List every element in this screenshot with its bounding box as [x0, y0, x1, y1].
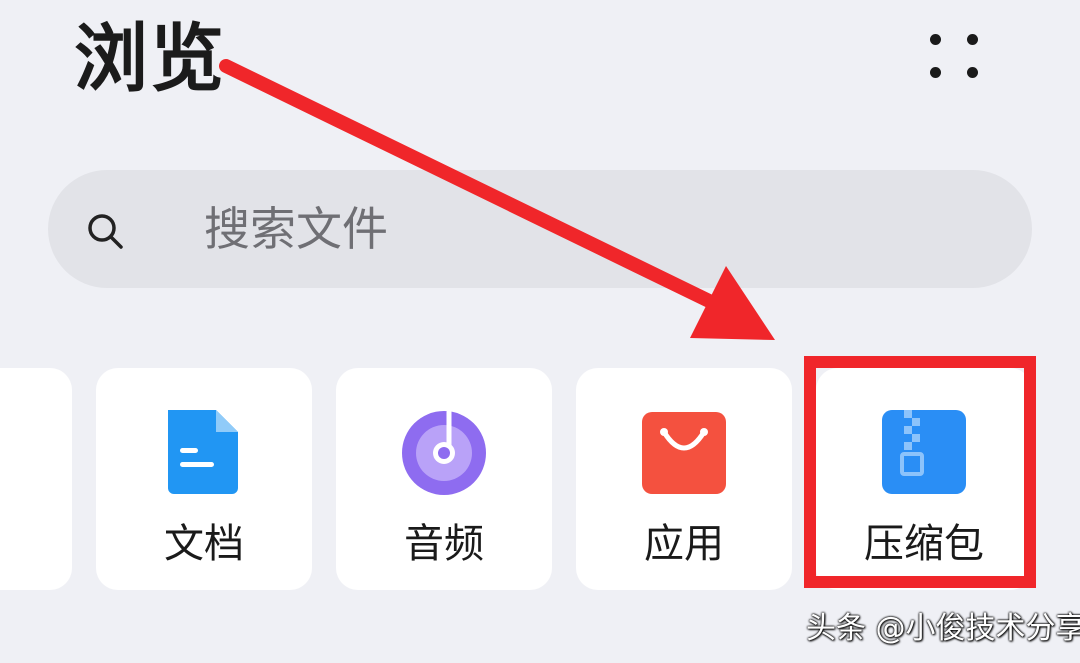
document-icon — [168, 410, 238, 494]
more-dots-icon — [967, 34, 978, 45]
category-audio[interactable]: 音频 — [336, 368, 552, 590]
watermark: 头条 @小俊技术分享 — [806, 611, 1080, 646]
shopping-bag-icon — [642, 412, 726, 494]
category-label: 文档 — [164, 521, 244, 567]
category-documents[interactable]: 文档 — [96, 368, 312, 590]
page-title: 浏览 — [74, 16, 226, 102]
more-dots-icon — [930, 67, 941, 78]
highlight-box — [804, 356, 1036, 588]
more-dots-icon — [930, 34, 941, 45]
search-icon — [88, 214, 123, 249]
category-label: 音频 — [404, 521, 484, 567]
audio-disc-icon — [402, 409, 486, 495]
category-card-partial[interactable] — [0, 368, 72, 590]
search-bar[interactable]: 搜索文件 — [48, 170, 1032, 288]
search-placeholder: 搜索文件 — [204, 202, 388, 256]
more-dots-icon — [967, 67, 978, 78]
category-label: 应用 — [644, 521, 724, 567]
more-options-button[interactable] — [922, 26, 986, 86]
category-apps[interactable]: 应用 — [576, 368, 792, 590]
